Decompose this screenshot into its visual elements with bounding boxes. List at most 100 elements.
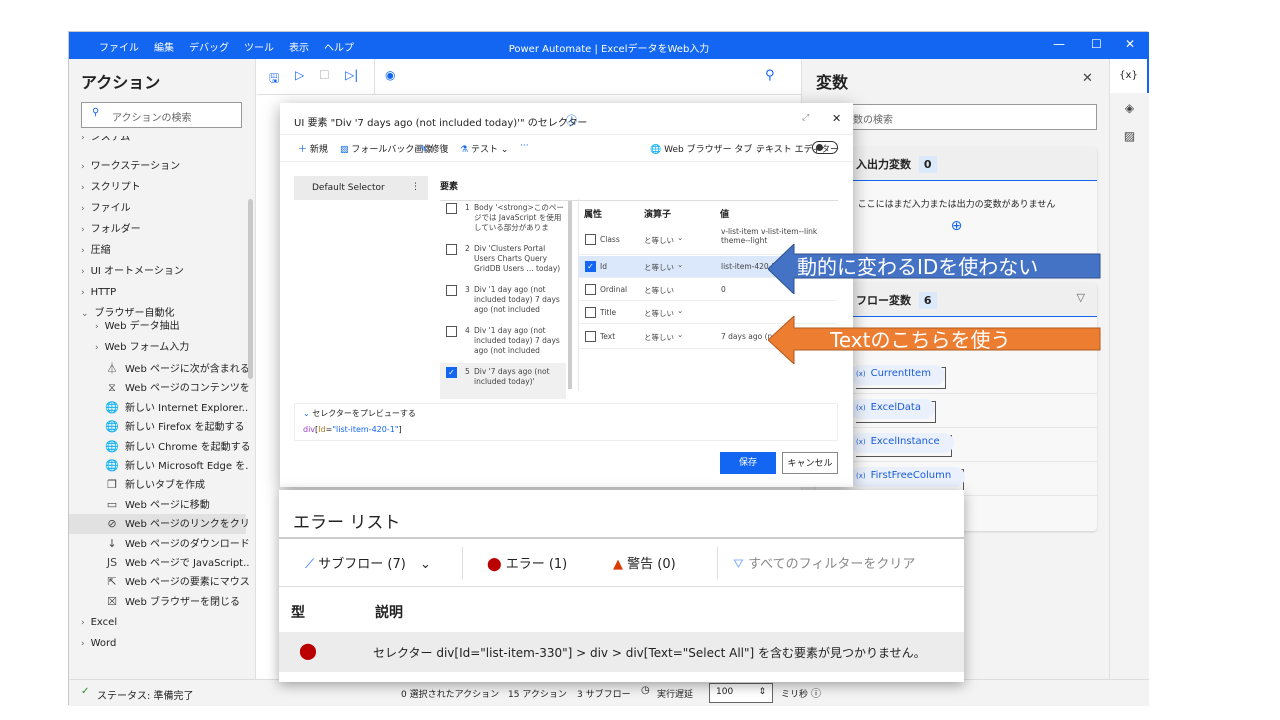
element-checkbox[interactable] [446, 203, 457, 214]
action-category[interactable]: › フォルダー [81, 220, 141, 240]
element-item[interactable]: ✓ 5 Div '7 days ago (not included today)' [440, 363, 566, 399]
action-item[interactable]: 🌐 新しい Microsoft Edge を... [69, 456, 249, 476]
clear-filters-button[interactable]: ⛛ すべてのフィルターをクリア [733, 553, 915, 572]
attribute-operator[interactable]: と等しい [644, 332, 674, 343]
attribute-operator[interactable]: と等しい [644, 308, 674, 319]
close-button[interactable]: ✕ [1125, 37, 1135, 51]
info-icon[interactable]: ⓘ [811, 685, 821, 700]
fallback-image-button[interactable]: ▨ フォールバック画像 [340, 142, 432, 155]
attribute-checkbox[interactable] [585, 307, 596, 318]
attribute-checkbox[interactable] [585, 331, 596, 342]
action-category[interactable]: › 圧縮 [81, 241, 111, 261]
action-item[interactable]: ▭ Web ページに移動 [69, 495, 246, 515]
chevron-down-icon[interactable]: ⌄ [677, 260, 683, 269]
attribute-checkbox[interactable] [585, 234, 596, 245]
element-item[interactable]: 1 Body '<strong>このページでは JavaScript を使用してい… [440, 199, 566, 239]
image-icon[interactable]: ▨ [1110, 129, 1149, 143]
save-button[interactable]: 保存 [720, 452, 776, 474]
action-item[interactable]: ⇱ Web ページの要素にマウス... [69, 572, 249, 592]
expand-icon[interactable]: ⤢ [802, 113, 809, 123]
chevron-down-icon[interactable]: ⌄ [677, 330, 683, 339]
test-button[interactable]: ⚗ テスト ⌄ [460, 142, 508, 155]
action-item[interactable]: 🌐 新しい Chrome を起動する [69, 437, 249, 457]
more-button[interactable]: ··· [520, 141, 529, 151]
action-category[interactable]: › UI オートメーション [81, 262, 184, 282]
element-checkbox[interactable] [446, 244, 457, 255]
element-checkbox[interactable] [446, 285, 457, 296]
action-category[interactable]: › HTTP [81, 283, 116, 303]
action-category[interactable]: › ワークステーション [81, 157, 180, 177]
maximize-button[interactable]: ☐ [1091, 37, 1102, 51]
element-item[interactable]: 3 Div '1 day ago (not included today) 7 d… [440, 281, 566, 321]
subflow-filter[interactable]: ⟋ サブフロー (7) ⌄ [305, 553, 431, 572]
action-category[interactable]: › Excel [81, 613, 117, 633]
repair-button[interactable]: ✎ 修復 [420, 142, 448, 155]
variable-search-input[interactable]: 変数の検索 [816, 104, 1097, 130]
variable-chip[interactable]: (x) CurrentItem [850, 365, 945, 385]
step-icon[interactable]: ▷| [345, 68, 358, 82]
action-search-input[interactable]: ⚲ アクションの検索 [81, 102, 242, 128]
add-variable-icon[interactable]: ⊕ [816, 218, 1097, 234]
preview-toggle[interactable]: ⌄ セレクターをプレビューする [295, 404, 837, 423]
action-item[interactable]: ⏃ Web ページに次が含まれる... [69, 359, 250, 379]
chevron-down-icon[interactable]: ⌄ [677, 233, 683, 242]
element-checkbox[interactable]: ✓ [446, 367, 457, 378]
attribute-operator[interactable]: と等しい [644, 285, 674, 296]
attribute-checkbox[interactable]: ✓ [585, 261, 596, 272]
errors-filter[interactable]: ⬤ エラー (1) [487, 553, 567, 572]
variable-name: CurrentItem [870, 368, 931, 379]
actions-panel: アクション ⚲ アクションの検索 › システム › ワークステーション › スクリプト › フ… [69, 59, 256, 679]
actions-count: 15 アクション [508, 690, 567, 700]
close-icon[interactable]: ✕ [1082, 71, 1093, 86]
stop-icon[interactable]: ☐ [319, 68, 330, 82]
minimize-button[interactable]: — [1053, 37, 1065, 51]
action-subcategory[interactable]: › Web フォーム入力 [95, 338, 189, 358]
attribute-operator[interactable]: と等しい [644, 262, 674, 273]
action-category[interactable]: › システム [81, 136, 130, 148]
action-category[interactable]: › スクリプト [81, 178, 141, 198]
action-category[interactable]: › Word [81, 634, 116, 654]
action-item[interactable]: 🌐 新しい Firefox を起動する [69, 417, 246, 437]
text-editor-toggle[interactable] [812, 141, 838, 154]
run-icon[interactable]: ▷ [295, 68, 304, 82]
action-item[interactable]: ↓ Web ページのダウンロード リ... [69, 534, 249, 554]
layers-icon[interactable]: ◈ [1110, 101, 1149, 115]
action-category[interactable]: › ファイル [81, 199, 131, 219]
close-icon[interactable]: ✕ [832, 112, 841, 125]
search-icon[interactable]: ⚲ [765, 68, 775, 83]
scrollbar[interactable] [568, 201, 572, 389]
action-item[interactable]: ⊘ Web ページのリンクをクリック [69, 514, 249, 535]
variable-chip[interactable]: (x) ExcelInstance [850, 433, 954, 453]
element-item[interactable]: 2 Div 'Clusters Portal Users Charts Query… [440, 240, 566, 280]
action-item[interactable]: ⧖ Web ページのコンテンツを... [69, 378, 249, 398]
save-icon[interactable]: 🖫 [269, 69, 279, 90]
action-item[interactable]: ❐ 新しいタブを作成 [69, 475, 246, 495]
chevron-down-icon[interactable]: ⌄ [677, 306, 683, 315]
variable-chip[interactable]: (x) ExcelData [850, 399, 935, 419]
cancel-button[interactable]: キャンセル [782, 452, 838, 474]
action-item[interactable]: 🌐 新しい Internet Explorer... [69, 398, 249, 418]
action-item[interactable]: JS Web ページで JavaScript... [69, 553, 249, 573]
attribute-operator[interactable]: と等しい [644, 235, 674, 246]
chevron-right-icon: › [81, 183, 85, 193]
attribute-value[interactable]: v-list-item v-list-item--link theme--lig… [721, 227, 833, 245]
record-icon[interactable]: ◉ [385, 68, 395, 82]
variables-tab-icon[interactable]: {x} [1110, 59, 1149, 93]
variable-chip[interactable]: (x) FirstFreeColumn [850, 467, 966, 487]
more-options-icon[interactable]: ⋮ [411, 182, 420, 192]
error-row[interactable]: ⬤ セレクター div[Id="list-item-330"] > div > … [279, 632, 964, 672]
element-checkbox[interactable] [446, 326, 457, 337]
warnings-filter[interactable]: ▲ 警告 (0) [613, 553, 676, 572]
attribute-checkbox[interactable] [585, 284, 596, 295]
default-selector-item[interactable]: Default Selector ⋮ [294, 176, 428, 200]
action-item[interactable]: ☒ Web ブラウザーを閉じる [69, 592, 246, 612]
info-icon[interactable]: ⓘ [566, 112, 577, 128]
spinner-icon[interactable]: ⇕ [758, 687, 766, 697]
action-subcategory[interactable]: › Web データ抽出 [95, 317, 180, 337]
new-button[interactable]: ＋ 新規 [298, 142, 328, 155]
scrollbar[interactable] [248, 199, 253, 379]
browser-tab-dropdown[interactable]: 🌐 Web ブラウザー タブ ⌄ [650, 142, 763, 155]
delay-input[interactable]: 100 ⇕ [709, 683, 773, 703]
element-item[interactable]: 4 Div '1 day ago (not included today) 7 d… [440, 322, 566, 362]
preview-attr: Id [318, 425, 326, 434]
